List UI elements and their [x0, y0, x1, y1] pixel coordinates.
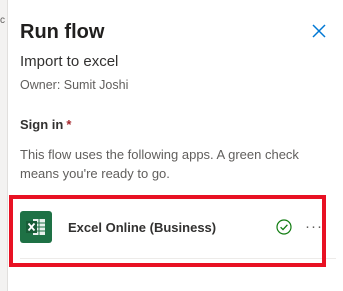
more-options-button[interactable]: ··· — [303, 215, 325, 237]
required-marker: * — [66, 117, 72, 132]
sign-in-description: This flow uses the following apps. A gre… — [20, 147, 299, 181]
flow-name: Import to excel — [20, 53, 119, 70]
check-circle-icon — [276, 219, 292, 235]
close-button[interactable] — [308, 20, 330, 42]
panel-title: Run flow — [20, 21, 105, 43]
flow-owner: Owner: Sumit Joshi — [20, 78, 129, 92]
run-flow-panel: Run flow Import to excel Owner: Sumit Jo… — [8, 0, 343, 291]
background-window-edge: c — [0, 0, 8, 291]
background-text: c — [0, 15, 5, 26]
connection-label: Excel Online (Business) — [68, 219, 217, 235]
connection-divider — [20, 258, 336, 259]
panel-header: Run flow — [20, 18, 330, 48]
excel-icon — [20, 211, 52, 243]
connection-row-excel-online[interactable]: Excel Online (Business) ··· — [20, 203, 330, 251]
sign-in-label: Sign in — [20, 117, 64, 132]
close-icon — [312, 24, 326, 38]
sign-in-heading: Sign in * — [20, 116, 71, 134]
